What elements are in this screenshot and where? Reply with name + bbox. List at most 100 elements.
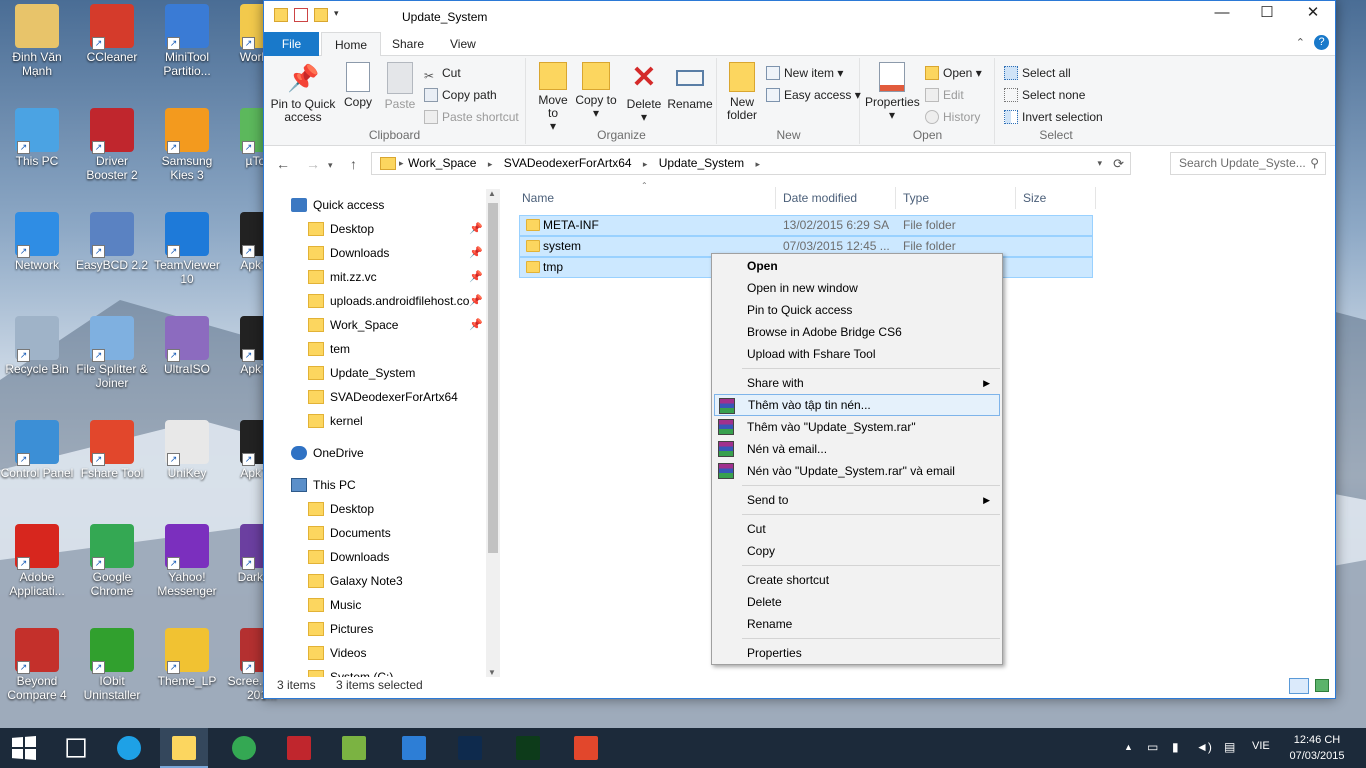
desktop-icon[interactable]: ↗ MiniTool Partitio... bbox=[150, 0, 224, 78]
nav-quick-item[interactable]: Update_System bbox=[264, 362, 415, 384]
taskbar-app-notepad-[interactable] bbox=[330, 728, 378, 768]
menu-item-rename[interactable]: Rename bbox=[714, 613, 1000, 635]
column-size[interactable]: Size bbox=[1023, 187, 1046, 209]
close-button[interactable]: ✕ bbox=[1290, 1, 1336, 27]
properties-button[interactable]: Properties ▾ bbox=[865, 62, 920, 122]
battery-icon[interactable]: ▭ bbox=[1147, 740, 1158, 754]
menu-item-compress-rar-email[interactable]: Nén vào "Update_System.rar" và email bbox=[714, 460, 1000, 482]
menu-item-open[interactable]: Open bbox=[714, 255, 1000, 277]
copy-to-button[interactable]: Copy to ▾ bbox=[575, 62, 617, 120]
menu-item-send-to[interactable]: Send to ▶ bbox=[714, 489, 1000, 511]
delete-button[interactable]: ✕ Delete ▾ bbox=[622, 62, 666, 124]
properties-icon[interactable] bbox=[294, 8, 308, 22]
forward-arrow-icon[interactable]: → bbox=[306, 156, 320, 172]
copy-path-button[interactable]: Copy path bbox=[424, 86, 497, 104]
desktop-icon[interactable]: ↗ This PC bbox=[0, 104, 74, 168]
tab-file[interactable]: File bbox=[264, 32, 319, 56]
chevron-down-icon[interactable]: ▾ bbox=[1097, 153, 1102, 174]
paste-button[interactable]: Paste bbox=[380, 62, 420, 111]
new-folder-icon[interactable] bbox=[314, 8, 328, 22]
volume-icon[interactable]: ◄) bbox=[1196, 740, 1212, 754]
nav-pc-item[interactable]: Galaxy Note3 bbox=[264, 570, 403, 592]
system-clock[interactable]: 12:46 CH 07/03/2015 bbox=[1286, 732, 1348, 764]
scroll-up-icon[interactable]: ▲ bbox=[488, 189, 496, 198]
desktop-icon[interactable]: ↗ UniKey bbox=[150, 416, 224, 480]
paste-shortcut-button[interactable]: Paste shortcut bbox=[424, 108, 519, 126]
search-input[interactable]: Search Update_Syste... ⚲ bbox=[1170, 152, 1326, 175]
folder-icon[interactable] bbox=[274, 8, 288, 22]
nav-quick-item[interactable]: Desktop bbox=[264, 218, 374, 240]
nav-quick-item[interactable]: Work_Space bbox=[264, 314, 398, 336]
column-divider[interactable] bbox=[895, 187, 896, 209]
nav-quick-item[interactable]: tem bbox=[264, 338, 350, 360]
taskbar-app-downloader[interactable] bbox=[390, 728, 438, 768]
desktop-icon[interactable]: ↗ Control Panel bbox=[0, 416, 74, 480]
menu-item-share-with[interactable]: Share with ▶ bbox=[714, 372, 1000, 394]
pin-icon[interactable]: 📌 bbox=[469, 270, 483, 283]
column-name[interactable]: Name bbox=[522, 187, 554, 209]
taskbar-app-task-view[interactable] bbox=[52, 728, 100, 768]
nav-pc-item[interactable]: Pictures bbox=[264, 618, 373, 640]
chevron-up-icon[interactable]: ⌃ bbox=[1296, 36, 1305, 49]
pin-icon[interactable]: 📌 bbox=[469, 222, 483, 235]
column-divider[interactable] bbox=[775, 187, 776, 209]
signal-icon[interactable]: ▮ bbox=[1172, 740, 1179, 754]
address-bar[interactable]: ▸ Work_Space ▸ SVADeodexerForArtx64 ▸ Up… bbox=[371, 152, 1131, 175]
pin-icon[interactable]: 📌 bbox=[469, 318, 483, 331]
desktop-icon[interactable]: ↗ Google Chrome bbox=[75, 520, 149, 598]
column-type[interactable]: Type bbox=[903, 187, 929, 209]
nav-quick-item[interactable]: Downloads bbox=[264, 242, 389, 264]
invert-selection-button[interactable]: Invert selection bbox=[1004, 108, 1103, 126]
nav-quick-access[interactable]: Quick access bbox=[264, 194, 384, 216]
cut-button[interactable]: ✂ Cut bbox=[424, 64, 461, 83]
column-divider[interactable] bbox=[1095, 187, 1096, 209]
nav-quick-item[interactable]: mit.zz.vc bbox=[264, 266, 377, 288]
taskbar-app-fshare[interactable] bbox=[562, 728, 610, 768]
menu-item-pin-quick-access[interactable]: Pin to Quick access bbox=[714, 299, 1000, 321]
nav-quick-item[interactable]: SVADeodexerForArtx64 bbox=[264, 386, 458, 408]
file-row[interactable]: META-INF 13/02/2015 6:29 SA File folder bbox=[519, 215, 1093, 236]
desktop-icon[interactable]: ↗ Beyond Compare 4 bbox=[0, 624, 74, 702]
taskbar-app-chrome-remote[interactable] bbox=[220, 728, 268, 768]
select-all-button[interactable]: Select all bbox=[1004, 64, 1071, 82]
pin-icon[interactable]: 📌 bbox=[469, 294, 483, 307]
breadcrumb-update-system[interactable]: Update_System bbox=[659, 156, 744, 170]
tray-overflow-icon[interactable]: ▲ bbox=[1124, 742, 1133, 752]
menu-item-add-archive[interactable]: Thêm vào tập tin nén... bbox=[714, 394, 1000, 416]
desktop-icon[interactable]: ↗ Fshare Tool bbox=[75, 416, 149, 480]
select-none-button[interactable]: Select none bbox=[1004, 86, 1085, 104]
pin-icon[interactable]: 📌 bbox=[469, 246, 483, 259]
recent-locations-icon[interactable]: ▾ bbox=[328, 160, 333, 171]
scrollbar-thumb[interactable] bbox=[488, 203, 498, 553]
desktop-icon[interactable]: ↗ TeamViewer 10 bbox=[150, 208, 224, 286]
title-bar[interactable]: ▾ Update_System — ☐ ✕ bbox=[264, 1, 1335, 32]
dropdown-icon[interactable]: ▾ bbox=[334, 8, 344, 22]
language-indicator[interactable]: VIE bbox=[1252, 740, 1270, 752]
move-to-button[interactable]: Move to ▾ bbox=[532, 62, 574, 133]
maximize-button[interactable]: ☐ bbox=[1244, 1, 1290, 27]
desktop-icon[interactable]: ↗ CCleaner bbox=[75, 0, 149, 64]
new-item-button[interactable]: New item ▾ bbox=[766, 64, 843, 82]
desktop-icon[interactable]: ↗ Driver Booster 2 bbox=[75, 104, 149, 182]
nav-pc-item[interactable]: Desktop bbox=[264, 498, 374, 520]
taskbar-app-internet-explorer[interactable] bbox=[105, 728, 153, 768]
edit-button[interactable]: Edit bbox=[925, 86, 964, 104]
taskbar-app-start[interactable] bbox=[0, 728, 48, 768]
taskbar-app-photoshop[interactable] bbox=[446, 728, 494, 768]
pin-quick-access-button[interactable]: 📌 Pin to Quick access bbox=[268, 62, 338, 124]
tab-share[interactable]: Share bbox=[379, 32, 437, 56]
desktop-icon[interactable]: ↗ Recycle Bin bbox=[0, 312, 74, 376]
nav-pc-item[interactable]: Music bbox=[264, 594, 361, 616]
menu-item-properties[interactable]: Properties bbox=[714, 642, 1000, 664]
refresh-icon[interactable]: ⟳ bbox=[1113, 153, 1124, 174]
desktop-icon[interactable]: ↗ UltraISO bbox=[150, 312, 224, 376]
rename-button[interactable]: Rename bbox=[665, 62, 715, 111]
menu-item-compress-email[interactable]: Nén và email... bbox=[714, 438, 1000, 460]
desktop-icon[interactable]: ↗ EasyBCD 2.2 bbox=[75, 208, 149, 272]
taskbar-app-dreamweaver[interactable] bbox=[504, 728, 552, 768]
nav-pc-item[interactable]: Downloads bbox=[264, 546, 389, 568]
nav-quick-item[interactable]: kernel bbox=[264, 410, 363, 432]
new-folder-button[interactable]: New folder bbox=[722, 62, 762, 122]
large-icons-view-icon[interactable] bbox=[1315, 679, 1329, 692]
tab-home[interactable]: Home bbox=[321, 32, 382, 57]
